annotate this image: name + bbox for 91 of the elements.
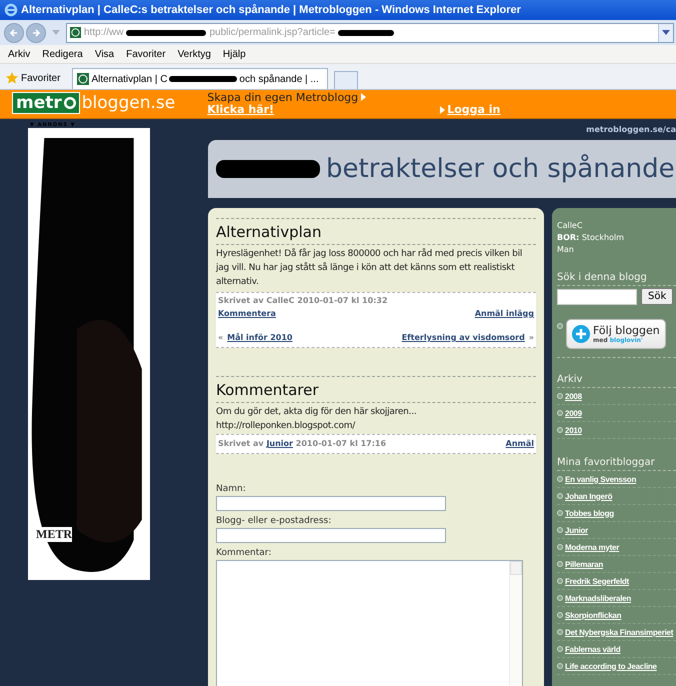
blog-link[interactable]: Det Nybergska Finansimperiet bbox=[565, 628, 674, 636]
back-button[interactable] bbox=[4, 22, 24, 42]
bullet-icon bbox=[557, 393, 563, 399]
blog-link[interactable]: Pillemaran bbox=[565, 560, 603, 568]
blog-title[interactable]: betraktelser och spånande bbox=[326, 154, 675, 184]
arrow-icon bbox=[440, 106, 446, 114]
blog-link[interactable]: Fablernas värld bbox=[565, 644, 620, 654]
bullet-icon bbox=[557, 476, 563, 482]
menu-item[interactable]: Redigera bbox=[42, 48, 83, 60]
blog-link[interactable]: Junior bbox=[565, 526, 588, 534]
comment-link[interactable]: Kommentera bbox=[218, 307, 276, 321]
forward-button[interactable] bbox=[26, 22, 46, 42]
section-heading: Arkiv bbox=[557, 374, 676, 388]
caret-icon[interactable] bbox=[658, 24, 673, 42]
archive-link[interactable]: 2009 bbox=[565, 408, 582, 418]
input-field[interactable] bbox=[216, 528, 446, 543]
bullet-icon bbox=[557, 578, 563, 584]
byline-label: Skrivet av bbox=[218, 439, 264, 448]
forward-arrow-icon bbox=[31, 28, 41, 38]
gender-text: Man bbox=[557, 244, 575, 256]
bullet-icon bbox=[557, 427, 563, 433]
search-button[interactable]: Sök bbox=[641, 288, 674, 305]
blog-link[interactable]: Moderna myter bbox=[565, 542, 620, 552]
field-label: Namn: bbox=[216, 483, 246, 496]
blog-link[interactable]: Johan Ingerö bbox=[565, 492, 612, 500]
bullet-icon bbox=[557, 612, 563, 618]
post-body: Hyreslägenhet! Då får jag loss 800000 och har råd med precis vilken bil jag vill. Nu har jag stått så länge i kön att det känns som ett realistiskt alternativ. bbox=[216, 247, 524, 289]
menu-item[interactable]: Hjälp bbox=[222, 48, 246, 60]
bullet-icon bbox=[557, 510, 563, 516]
input-field[interactable] bbox=[216, 496, 446, 511]
favorites-button[interactable]: Favoriter bbox=[4, 67, 66, 89]
comments-heading: Kommentarer bbox=[216, 381, 536, 403]
bullet-icon bbox=[557, 561, 563, 567]
bullet-icon bbox=[557, 646, 563, 652]
menu-item[interactable]: Visa bbox=[94, 48, 114, 60]
bullet-icon bbox=[557, 410, 563, 416]
post-title: Alternativplan bbox=[216, 223, 536, 245]
blog-link[interactable]: Life according to Jeacline bbox=[565, 662, 657, 670]
section-heading: Sök i denna blogg bbox=[557, 272, 676, 286]
bullet-icon bbox=[557, 527, 563, 533]
redaction-mark bbox=[338, 30, 394, 36]
ad-text: METR bbox=[36, 527, 72, 542]
browser-logo-icon bbox=[4, 3, 18, 17]
previous-post-link[interactable]: Mål inför 2010 bbox=[227, 331, 292, 345]
bullet-icon bbox=[557, 493, 563, 499]
author-link[interactable]: Junior bbox=[266, 439, 293, 448]
browser-tab[interactable]: Alternativplan | C och spånande | ... bbox=[72, 68, 328, 89]
next-post-link[interactable]: Efterlysning av visdomsord bbox=[402, 331, 525, 345]
comment-date: 2010-01-07 kl 17:16 bbox=[296, 439, 386, 448]
ad-banner[interactable]: METR bbox=[28, 128, 150, 580]
comment-text: Om du gör det, akta dig för den här skojjaren... bbox=[216, 406, 418, 419]
globe-icon bbox=[77, 73, 90, 85]
blog-link[interactable]: Marknadsliberalen bbox=[565, 594, 631, 602]
search-field[interactable] bbox=[557, 288, 637, 304]
location-text: Stockholm bbox=[582, 233, 624, 242]
bullet-icon bbox=[557, 663, 563, 669]
section-heading: Mina favoritbloggar bbox=[557, 457, 676, 471]
comment-text: http://rolleponken.blogspot.com/ bbox=[216, 420, 356, 433]
menu-item[interactable]: Verktyg bbox=[178, 48, 211, 60]
profile-name: CalleC bbox=[557, 220, 584, 232]
blog-link[interactable]: Skorpionflickan bbox=[565, 610, 622, 620]
report-link[interactable]: Anmäl inlägg bbox=[474, 307, 534, 321]
menu-item[interactable]: Favoriter bbox=[126, 48, 166, 60]
promo-text: Skapa din egen Metroblogg bbox=[207, 91, 358, 104]
report-link[interactable]: Anmäl bbox=[506, 437, 534, 451]
blog-link[interactable]: Tobbes blogg bbox=[565, 508, 614, 518]
blog-link[interactable]: Fredrik Segerfeldt bbox=[565, 576, 629, 586]
archive-link[interactable]: 2010 bbox=[565, 426, 582, 434]
site-logo[interactable]: metr bloggen.se bbox=[12, 92, 176, 114]
menu-item[interactable]: Arkiv bbox=[8, 48, 30, 60]
plus-icon bbox=[572, 325, 590, 343]
bullet-icon bbox=[557, 323, 563, 329]
new-tab-button[interactable] bbox=[334, 71, 358, 89]
blog-link[interactable]: En vanlig Svensson bbox=[565, 474, 636, 484]
post-byline: Skrivet av CalleC 2010-01-07 kl 10:32 bbox=[218, 295, 389, 307]
arrow-icon bbox=[361, 93, 366, 101]
site-address: metrobloggen.se/ca bbox=[585, 124, 676, 136]
next-mark: » bbox=[528, 332, 534, 344]
address-field[interactable]: http://ww public/permalink.jsp?article= bbox=[66, 22, 674, 42]
bullet-icon bbox=[557, 544, 563, 550]
star-icon bbox=[6, 72, 18, 84]
bullet-icon bbox=[557, 595, 563, 601]
location-label: BOR: bbox=[557, 233, 580, 242]
window-title: Alternativplan | CalleC:s betraktelser och spånande | Metrobloggen - Windows Internet Explorer bbox=[21, 4, 521, 16]
bullet-icon bbox=[557, 629, 563, 635]
back-arrow-icon bbox=[9, 28, 19, 38]
field-label: Kommentar: bbox=[216, 547, 272, 560]
field-label: Blogg- eller e-postadress: bbox=[216, 515, 332, 528]
archive-link[interactable]: 2008 bbox=[565, 392, 582, 400]
prev-mark: « bbox=[218, 332, 224, 344]
globe-icon bbox=[70, 27, 81, 38]
